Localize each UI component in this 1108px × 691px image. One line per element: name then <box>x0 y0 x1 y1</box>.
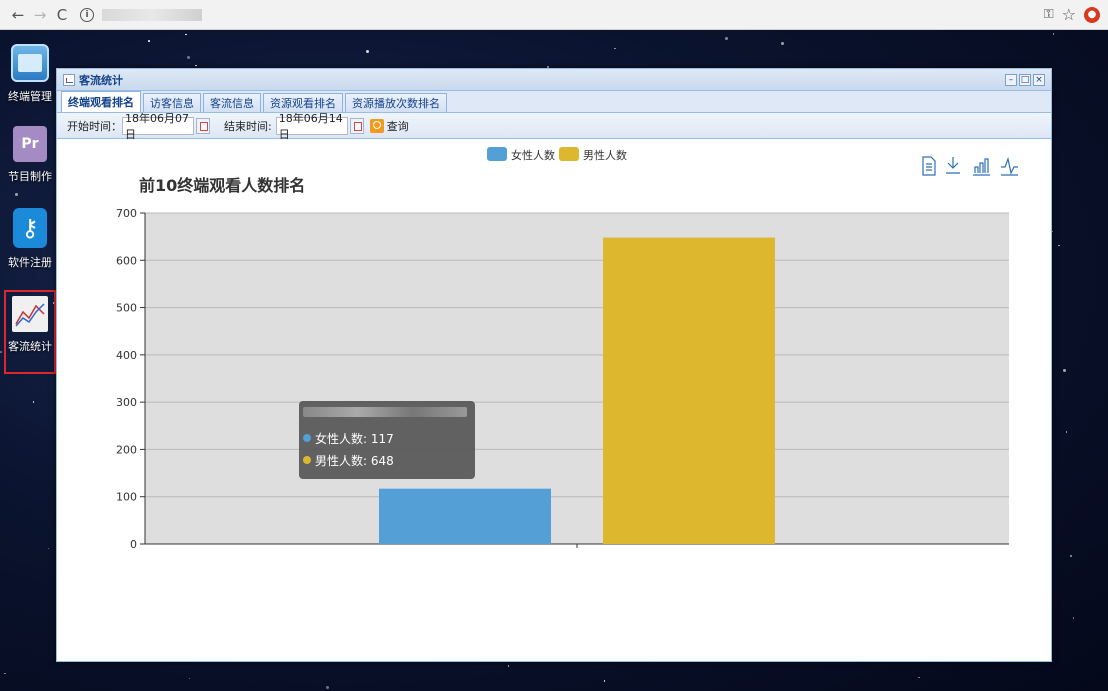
close-icon[interactable]: × <box>1033 73 1045 86</box>
data-view-icon[interactable] <box>922 156 936 176</box>
download-icon[interactable] <box>946 157 960 174</box>
blurred-url <box>102 8 202 21</box>
desktop-traffic-statistics[interactable]: 客流统计 <box>4 290 56 374</box>
star-dot <box>507 665 510 667</box>
tooltip-female: 女性人数: 117 <box>315 431 394 446</box>
star-dot <box>1072 617 1075 619</box>
window-title: 客流统计 <box>79 73 123 87</box>
key-icon: ⚷ <box>13 208 47 248</box>
star-dot <box>195 64 197 67</box>
window-titlebar[interactable]: 客流统计 – □ × <box>57 69 1051 91</box>
window-app-icon <box>63 73 75 86</box>
extension-icon[interactable]: ● <box>1084 6 1100 23</box>
star-dot <box>1052 33 1055 35</box>
desktop-label: 软件注册 <box>8 256 52 269</box>
star-dot <box>188 677 191 680</box>
star-dot <box>47 547 50 550</box>
browser-toolbar: ← → C i ⚿ ☆ ● <box>0 0 1108 30</box>
ytick-label-100: 100 <box>116 491 137 504</box>
line-switch-icon[interactable] <box>1001 156 1018 176</box>
tab-resource-play-rank[interactable]: 资源播放次数排名 <box>345 93 447 112</box>
start-date-field[interactable]: 18年06月07日 <box>122 112 194 141</box>
ytick-label-400: 400 <box>116 349 137 362</box>
legend-swatch-0 <box>487 147 507 161</box>
tooltip-blurred-title <box>303 407 467 417</box>
filter-toolbar: 开始时间： 18年06月07日 结束时间: 18年06月14日 查询 <box>57 112 1051 141</box>
line-chart-icon <box>12 296 48 332</box>
desktop-terminal-management[interactable]: 终端管理 <box>4 44 56 126</box>
star-dot <box>366 50 370 54</box>
chart-tooltip: 女性人数: 117 男性人数: 648 <box>299 401 475 479</box>
tab-bar: 终端观看排名 访客信息 客流信息 资源观看排名 资源播放次数排名 <box>57 91 1051 113</box>
desktop-label: 客流统计 <box>8 340 52 353</box>
star-dot <box>4 672 6 675</box>
end-time-label: 结束时间: <box>224 119 272 133</box>
back-icon[interactable]: ← <box>8 5 28 25</box>
bookmark-star-icon[interactable]: ☆ <box>1062 5 1076 24</box>
query-button[interactable]: 查询 <box>387 118 409 134</box>
legend-swatch-1 <box>559 147 579 161</box>
ytick-label-700: 700 <box>116 207 137 220</box>
star-dot <box>1070 555 1072 557</box>
password-key-icon[interactable]: ⚿ <box>1044 7 1054 22</box>
legend-label-0: 女性人数 <box>511 148 555 162</box>
desktop-label: 节目制作 <box>8 170 52 183</box>
bar-1 <box>603 237 775 544</box>
legend-label-1: 男性人数 <box>583 148 627 162</box>
desktop-software-registration[interactable]: ⚷ 软件注册 <box>4 208 56 290</box>
chart-title: 前10终端观看人数排名 <box>139 176 305 195</box>
ytick-label-300: 300 <box>116 396 137 409</box>
start-time-label: 开始时间： <box>67 119 122 133</box>
info-icon[interactable]: i <box>80 7 94 22</box>
star-dot <box>186 56 190 60</box>
premiere-icon: Pr <box>13 126 47 162</box>
bar-0 <box>379 488 551 544</box>
address-bar[interactable]: i <box>80 5 220 25</box>
bar-chart: 前10终端观看人数排名 女性人数 男性人数 0 100 200 300 400 500 600 70… <box>116 147 1018 551</box>
calendar-icon[interactable] <box>196 117 210 134</box>
star-dot <box>1051 230 1054 233</box>
tab-traffic-info[interactable]: 客流信息 <box>203 93 261 112</box>
star-dot <box>1058 244 1060 247</box>
desktop-program-production[interactable]: Pr 节目制作 <box>4 126 56 208</box>
minimize-icon[interactable]: – <box>1005 73 1017 86</box>
bar-switch-icon[interactable] <box>973 158 990 176</box>
star-dot <box>725 37 729 41</box>
star-dot <box>148 40 150 42</box>
traffic-statistics-window: 客流统计 – □ × 终端观看排名 访客信息 客流信息 资源观看排名 资源播放次… <box>56 68 1052 662</box>
star-dot <box>0 351 2 353</box>
end-date-field[interactable]: 18年06月14日 <box>275 112 348 141</box>
plot-background <box>145 213 1009 544</box>
ytick-label-0: 0 <box>130 538 137 551</box>
star-dot <box>1063 368 1067 372</box>
ytick-label-200: 200 <box>116 443 137 456</box>
female-dot-icon <box>303 434 311 442</box>
monitor-icon <box>11 44 49 82</box>
tooltip-male: 男性人数: 648 <box>315 453 394 468</box>
reload-icon[interactable]: C <box>52 5 72 25</box>
star-dot <box>918 676 920 679</box>
ytick-label-500: 500 <box>116 302 137 315</box>
star-dot <box>185 33 187 36</box>
maximize-icon[interactable]: □ <box>1019 73 1031 86</box>
search-icon[interactable] <box>369 118 384 133</box>
desktop-label: 终端管理 <box>8 90 52 103</box>
desktop-icons: 终端管理 Pr 节目制作 ⚷ 软件注册 客流统计 <box>4 44 56 374</box>
star-dot <box>326 686 330 690</box>
calendar-icon[interactable] <box>349 117 364 134</box>
star-dot <box>614 47 616 50</box>
star-dot <box>1065 431 1068 433</box>
ytick-label-600: 600 <box>116 254 137 267</box>
chart-area: 前10终端观看人数排名 女性人数 男性人数 0 100 200 300 400 500 600 70… <box>57 141 1051 661</box>
forward-icon[interactable]: → <box>30 5 50 25</box>
star-dot <box>32 401 35 403</box>
star-dot <box>603 680 606 682</box>
male-dot-icon <box>303 456 311 464</box>
star-dot <box>780 41 784 45</box>
